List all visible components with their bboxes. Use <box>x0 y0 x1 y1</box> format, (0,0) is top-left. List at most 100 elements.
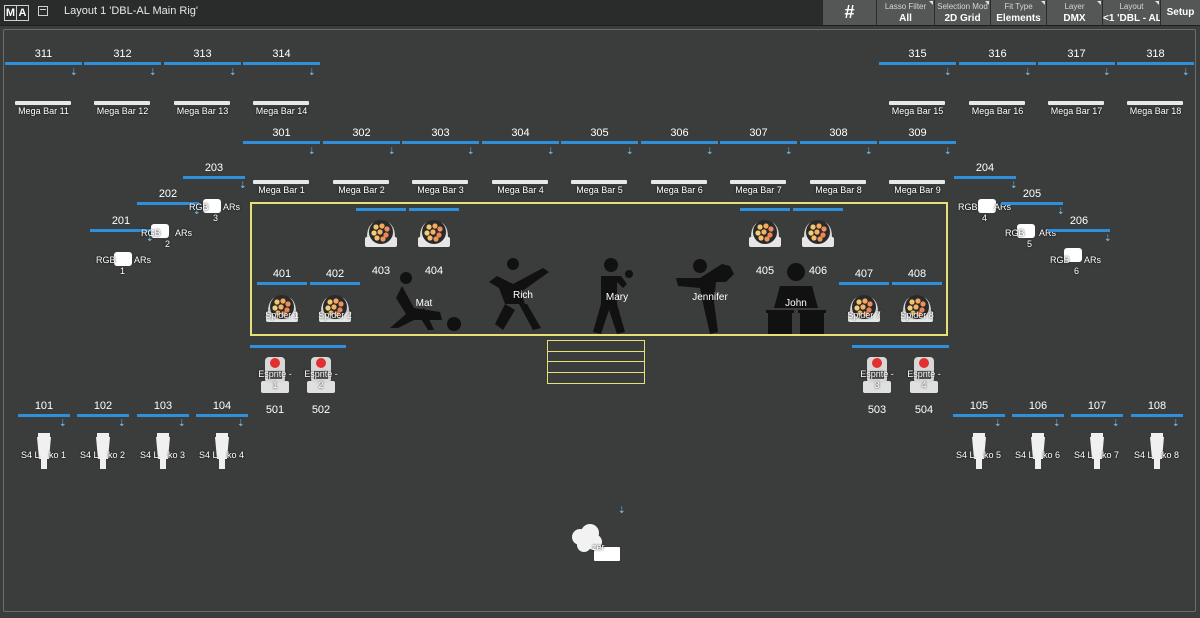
selection-bar <box>402 141 479 144</box>
layer-button[interactable]: Layer DMX <box>1046 0 1102 25</box>
fixture-401[interactable]: 401 Spider 1 <box>257 268 307 336</box>
performer-name: Rich <box>512 290 533 301</box>
fixture-number: 303 <box>431 127 450 139</box>
fixture-501[interactable]: Esprite - 1 501 <box>250 345 300 417</box>
performer-mat[interactable]: Mat <box>384 268 464 334</box>
fixture-502[interactable]: Esprite - 2 502 <box>296 345 346 417</box>
moving-head-light-icon <box>848 295 880 322</box>
fixture-107[interactable]: 107 ⇣ S4 L ko 7 <box>1071 400 1123 469</box>
fixture-104[interactable]: 104 ⇣ S4 L ko 4 <box>196 400 248 469</box>
fixture-name: Esprite - <box>258 369 292 379</box>
fixture-hazer[interactable]: ⇣ zer <box>568 505 628 565</box>
fixture-name: Mega Bar 2 <box>338 185 385 195</box>
fixture-108[interactable]: 108 ⇣ S4 L ko 8 <box>1131 400 1183 469</box>
download-arrow-icon: ⇣ <box>1024 67 1032 77</box>
fixture-name: S4 L <box>956 450 975 460</box>
fixture-name-suffix: ko 6 <box>1043 450 1061 460</box>
fixture-307[interactable]: 307 ⇣ Mega Bar 7 <box>720 127 797 197</box>
fixture-name: Mega Bar 16 <box>971 106 1024 116</box>
fixture-105[interactable]: 105 ⇣ S4 L ko 5 <box>953 400 1005 469</box>
fixture-407[interactable]: 407 Spider 7 <box>839 268 889 336</box>
fixture-name: Mega Bar 18 <box>1129 106 1182 116</box>
selection-bar <box>243 62 320 65</box>
fixture-312[interactable]: 312 ⇣ Mega Bar 12 <box>84 48 161 118</box>
fixture-304[interactable]: 304 ⇣ Mega Bar 4 <box>482 127 559 197</box>
performer-jennifer[interactable]: Jennifer <box>670 258 750 334</box>
fixture-number: 402 <box>325 268 345 280</box>
led-bar-icon <box>412 180 468 184</box>
download-arrow-icon: ⇣ <box>1053 418 1061 428</box>
fixture-306[interactable]: 306 ⇣ Mega Bar 6 <box>641 127 718 197</box>
selection-bar <box>1117 62 1194 65</box>
download-arrow-icon: ⇣ <box>547 146 555 156</box>
fixture-number: 317 <box>1067 48 1086 60</box>
grid-button[interactable]: # <box>822 0 876 25</box>
fixture-name: Mega Bar 6 <box>656 185 703 195</box>
fixture-313[interactable]: 313 ⇣ Mega Bar 13 <box>164 48 241 118</box>
logo-letter-a: A <box>16 6 28 20</box>
setup-button[interactable]: Setup <box>1160 0 1200 25</box>
selection-bar <box>561 141 638 144</box>
fixture-106[interactable]: 106 ⇣ S4 L ko 6 <box>1012 400 1064 469</box>
fixture-206[interactable]: 206 ⇣ RGB ARs 6 <box>1048 215 1128 277</box>
title-bar: M A Layout 1 'DBL-AL Main Rig' # Lasso F… <box>0 0 1200 26</box>
fixture-number: 501 <box>265 404 285 416</box>
lasso-filter-value: All <box>899 13 912 24</box>
window-title: Layout 1 'DBL-AL Main Rig' <box>64 5 199 17</box>
fixture-name: Mega Bar 7 <box>735 185 782 195</box>
performer-john[interactable]: John <box>758 262 834 334</box>
fixture-103[interactable]: 103 ⇣ S4 L ko 3 <box>137 400 189 469</box>
window-icon[interactable] <box>38 6 48 16</box>
selection-bar <box>5 62 82 65</box>
fixture-309[interactable]: 309 ⇣ Mega Bar 9 <box>879 127 956 197</box>
layer-caption: Layer <box>1064 2 1085 11</box>
fixture-305[interactable]: 305 ⇣ Mega Bar 5 <box>561 127 638 197</box>
fixture-318[interactable]: 318 ⇣ Mega Bar 18 <box>1117 48 1194 118</box>
selection-bar <box>892 282 942 285</box>
fixture-index: 5 <box>1027 239 1033 249</box>
fixture-number: 302 <box>352 127 371 139</box>
selection-bar <box>641 141 718 144</box>
fixture-101[interactable]: 101 ⇣ S4 L ko 1 <box>18 400 70 469</box>
selection-bar <box>356 208 406 211</box>
fixture-317[interactable]: 317 ⇣ Mega Bar 17 <box>1038 48 1115 118</box>
fixture-316[interactable]: 316 ⇣ Mega Bar 16 <box>959 48 1036 118</box>
fixture-303[interactable]: 303 ⇣ Mega Bar 3 <box>402 127 479 197</box>
lasso-filter-button[interactable]: Lasso Filter All <box>876 0 934 25</box>
fixture-number: 309 <box>908 127 927 139</box>
fixture-503[interactable]: Esprite - 3 503 <box>852 345 902 417</box>
ma-logo: M A <box>4 5 29 21</box>
download-arrow-icon: ⇣ <box>706 146 714 156</box>
fixture-311[interactable]: 311 ⇣ Mega Bar 11 <box>5 48 82 118</box>
fixture-number: 401 <box>272 268 292 280</box>
fixture-302[interactable]: 302 ⇣ Mega Bar 2 <box>323 127 400 197</box>
performer-name: John <box>785 298 807 309</box>
fixture-102[interactable]: 102 ⇣ S4 L ko 2 <box>77 400 129 469</box>
fixture-402[interactable]: 402 Spider 2 <box>310 268 360 336</box>
fixture-index: 4 <box>982 213 988 223</box>
fixture-315[interactable]: 315 ⇣ Mega Bar 15 <box>879 48 956 118</box>
fixture-504[interactable]: Esprite - 4 504 <box>899 345 949 417</box>
performer-rich[interactable]: Rich <box>483 258 563 334</box>
fit-type-button[interactable]: Fit Type Elements <box>990 0 1046 25</box>
led-bar-icon <box>174 101 230 105</box>
fixture-name: S4 L <box>1134 450 1153 460</box>
fixture-408[interactable]: 408 Spider 8 <box>892 268 942 336</box>
fixture-number: 314 <box>272 48 291 60</box>
download-arrow-icon: ⇣ <box>237 418 245 428</box>
fixture-308[interactable]: 308 ⇣ Mega Bar 8 <box>800 127 877 197</box>
fixture-number: 504 <box>914 404 934 416</box>
download-arrow-icon: ⇣ <box>1172 418 1180 428</box>
selection-bar <box>954 176 1016 179</box>
fixture-203[interactable]: 203 ⇣ RGB ARs 3 <box>183 162 263 224</box>
logo-letter-m: M <box>5 7 16 19</box>
selection-mode-button[interactable]: Selection Mod 2D Grid <box>934 0 990 25</box>
led-bar-icon <box>253 101 309 105</box>
layout-button[interactable]: Layout <1 'DBL - AL <box>1102 0 1160 25</box>
selection-bar <box>77 414 129 417</box>
fixture-314[interactable]: 314 ⇣ Mega Bar 14 <box>243 48 320 118</box>
download-arrow-icon: ⇣ <box>865 146 873 156</box>
grid-icon: # <box>844 2 855 22</box>
selection-bar <box>137 414 189 417</box>
performer-mary[interactable]: Mary <box>577 258 657 334</box>
